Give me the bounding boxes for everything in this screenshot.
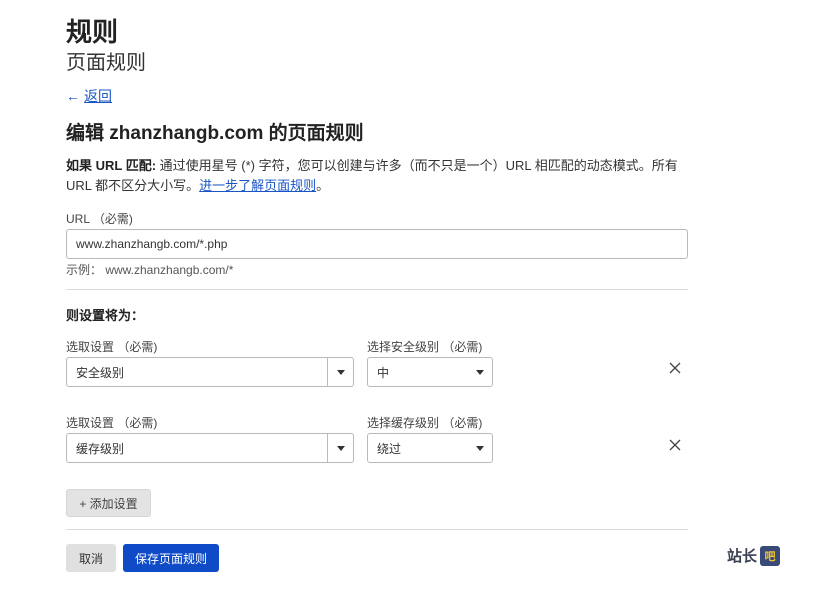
back-link-label: 返回 xyxy=(84,88,112,104)
watermark-logo: 站长 吧 xyxy=(727,545,781,566)
add-setting-button[interactable]: + 添加设置 xyxy=(66,489,151,517)
cancel-button[interactable]: 取消 xyxy=(66,544,116,572)
watermark-text: 站长 xyxy=(727,548,758,565)
chevron-down-icon xyxy=(468,445,492,451)
arrow-left-icon: ← xyxy=(66,88,80,104)
page-subtitle: 页面规则 xyxy=(66,52,146,74)
description-end: 。 xyxy=(316,178,330,193)
chevron-down-icon xyxy=(327,358,353,386)
watermark-badge: 吧 xyxy=(760,545,781,566)
save-page-rule-button[interactable]: 保存页面规则 xyxy=(123,544,219,572)
option-select[interactable]: 中 xyxy=(367,357,493,387)
description-text: 通过使用星号 (*) 字符，您可以创建与许多（而不只是一个）URL 相匹配的动态… xyxy=(66,158,678,193)
settings-heading: 则设置将为： xyxy=(66,308,145,323)
page-title: 规则 xyxy=(66,17,119,47)
chevron-down-icon xyxy=(327,434,353,462)
setting-label: 选取设置 （必需) xyxy=(66,416,158,430)
divider xyxy=(66,289,688,290)
divider xyxy=(66,529,688,530)
option-label: 选择缓存级别 （必需) xyxy=(367,416,483,430)
setting-label: 选取设置 （必需) xyxy=(66,340,158,354)
url-input[interactable] xyxy=(66,229,688,259)
remove-setting-button[interactable] xyxy=(665,435,685,455)
url-label: URL （必需) xyxy=(66,212,133,226)
setting-select[interactable]: 缓存级别 xyxy=(66,433,354,463)
option-select-value: 中 xyxy=(377,365,390,380)
rule-description: 如果 URL 匹配: 通过使用星号 (*) 字符，您可以创建与许多（而不只是一个… xyxy=(66,156,694,196)
option-select-value: 绕过 xyxy=(377,441,402,456)
option-select[interactable]: 绕过 xyxy=(367,433,493,463)
description-bold: 如果 URL 匹配: xyxy=(66,158,157,173)
chevron-down-icon xyxy=(468,369,492,375)
remove-setting-button[interactable] xyxy=(665,358,685,378)
setting-select[interactable]: 安全级别 xyxy=(66,357,354,387)
edit-heading: 编辑 zhanzhangb.com 的页面规则 xyxy=(66,123,364,144)
back-link[interactable]: ← 返回 xyxy=(66,86,112,106)
setting-select-value: 缓存级别 xyxy=(76,441,125,456)
setting-select-value: 安全级别 xyxy=(76,365,125,380)
url-example: 示例： www.zhanzhangb.com/* xyxy=(66,263,234,277)
close-icon xyxy=(669,362,681,374)
learn-more-link[interactable]: 进一步了解页面规则 xyxy=(199,178,316,193)
close-icon xyxy=(669,439,681,451)
option-label: 选择安全级别 （必需) xyxy=(367,340,483,354)
